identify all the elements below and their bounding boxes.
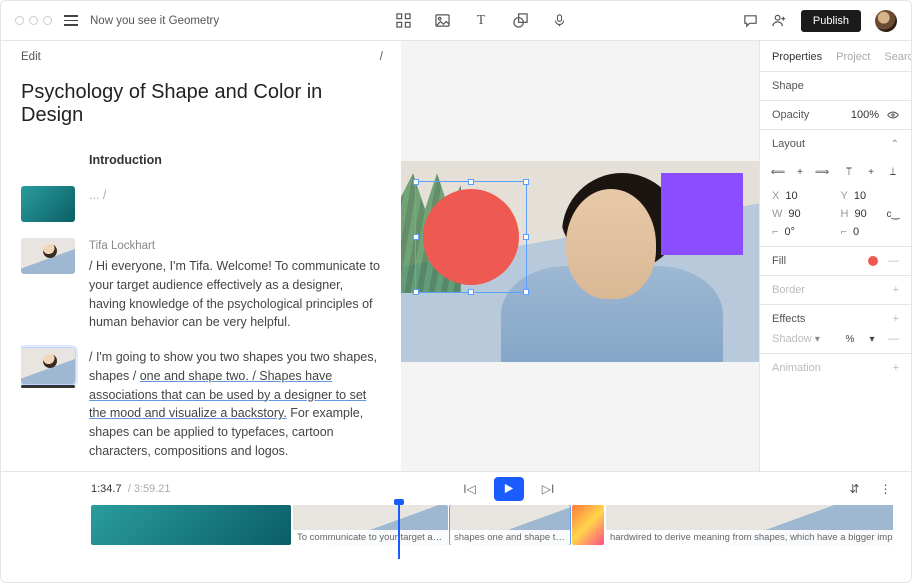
y-field[interactable]: Y10 <box>841 190 900 202</box>
shape-icon[interactable] <box>513 13 528 28</box>
script-row: Introduction <box>21 151 383 170</box>
slash-marker: / <box>380 51 383 63</box>
transcript-text[interactable]: / Hi everyone, I'm Tifa. Welcome! To com… <box>89 259 380 329</box>
properties-panel: Properties Project Search Shape Opacity … <box>759 41 911 471</box>
layout-section[interactable]: Layout ⌃ <box>760 129 911 158</box>
tab-properties[interactable]: Properties <box>772 51 822 63</box>
fill-swatch[interactable] <box>868 256 878 266</box>
align-row: ⟸ + ⟹ ⟙ + ⟘ <box>760 158 911 186</box>
transform-grid: X10 Y10 W90 H90 c‿ ⌐0° ⌐0 <box>760 186 911 246</box>
insert-cursor[interactable]: ... / <box>89 186 383 222</box>
video-frame <box>401 161 759 362</box>
script-row: ... / <box>21 186 383 222</box>
remove-shadow-icon[interactable]: — <box>888 333 899 345</box>
selection-box[interactable] <box>415 181 527 293</box>
clip-caption: To communicate to your target audience..… <box>293 530 448 545</box>
clip-caption: shapes one and shape two... <box>450 530 570 545</box>
publish-button[interactable]: Publish <box>801 10 861 32</box>
timeline-clip[interactable] <box>572 505 604 545</box>
align-top-icon[interactable]: ⟙ <box>843 166 855 178</box>
timeline[interactable]: To communicate to your target audience..… <box>1 505 911 565</box>
speaker-name: Tifa Lockhart <box>89 238 383 255</box>
document-title[interactable]: Now you see it Geometry <box>90 15 219 27</box>
timeline-clip-selected[interactable]: Shape shapes one and shape two... <box>450 505 570 545</box>
transport-bar: 1:34.7 / 3:59.21 I◁ ▷I ⇵ ⋮ <box>1 471 911 505</box>
opacity-row: Opacity 100% <box>760 100 911 129</box>
script-pane: Edit / Psychology of Shape and Color in … <box>1 41 401 471</box>
playhead[interactable] <box>398 501 400 559</box>
clip-thumb-selected[interactable] <box>21 348 75 384</box>
add-effect-icon[interactable]: + <box>893 313 899 325</box>
grid-icon[interactable] <box>396 13 411 28</box>
remove-fill-icon[interactable]: — <box>888 255 899 267</box>
next-frame-icon[interactable]: ▷I <box>542 482 555 496</box>
h-field[interactable]: H90 c‿ <box>841 208 900 220</box>
align-hcenter-icon[interactable]: + <box>794 166 806 178</box>
effects-row[interactable]: Effects + <box>760 304 911 333</box>
top-toolbar: Now you see it Geometry T <box>1 1 911 41</box>
clip-thumb[interactable] <box>21 238 75 274</box>
script-row: / I'm going to show you two shapes you t… <box>21 348 383 461</box>
share-user-icon[interactable] <box>772 13 787 28</box>
align-bottom-icon[interactable]: ⟘ <box>887 166 899 178</box>
shadow-percent-icon[interactable]: % <box>844 333 856 345</box>
insert-tools: T <box>231 13 731 28</box>
script-row: Tifa Lockhart / Hi everyone, I'm Tifa. W… <box>21 238 383 332</box>
add-animation-icon[interactable]: + <box>893 362 899 374</box>
user-avatar[interactable] <box>875 10 897 32</box>
opacity-value[interactable]: 100% <box>851 109 879 121</box>
more-icon[interactable]: ⋮ <box>878 481 893 496</box>
align-vcenter-icon[interactable]: + <box>865 166 877 178</box>
timeline-track[interactable]: To communicate to your target audience..… <box>91 505 893 545</box>
comment-icon[interactable] <box>743 13 758 28</box>
fill-row[interactable]: Fill — <box>760 246 911 275</box>
visibility-icon[interactable] <box>887 109 899 121</box>
x-field[interactable]: X10 <box>772 190 831 202</box>
clip-caption: hardwired to derive meaning from shapes,… <box>606 530 893 545</box>
timeline-clip[interactable] <box>91 505 291 545</box>
menu-icon[interactable] <box>64 15 78 26</box>
animation-row[interactable]: Animation + <box>760 353 911 382</box>
tab-project[interactable]: Project <box>836 51 870 63</box>
selection-type-row: Shape <box>760 71 911 100</box>
rotation-field[interactable]: ⌐0° <box>772 226 831 238</box>
image-icon[interactable] <box>435 13 450 28</box>
w-field[interactable]: W90 <box>772 208 831 220</box>
border-row[interactable]: Border + <box>760 275 911 304</box>
add-border-icon[interactable]: + <box>893 284 899 296</box>
radius-field[interactable]: ⌐0 <box>841 226 900 238</box>
selection-type: Shape <box>772 80 804 92</box>
mode-edit[interactable]: Edit <box>21 51 41 63</box>
shadow-dropdown-icon[interactable]: ▾ <box>866 333 878 345</box>
page-title[interactable]: Psychology of Shape and Color in Design <box>21 81 383 127</box>
clip-thumb[interactable] <box>21 186 75 222</box>
timeline-clip[interactable]: To communicate to your target audience..… <box>293 505 448 545</box>
text-icon[interactable]: T <box>474 13 489 28</box>
prev-frame-icon[interactable]: I◁ <box>463 482 476 496</box>
purple-square-shape[interactable] <box>661 173 743 255</box>
chevron-up-icon: ⌃ <box>891 139 899 150</box>
play-button[interactable] <box>494 477 524 501</box>
timeline-clip[interactable]: hardwired to derive meaning from shapes,… <box>606 505 893 545</box>
section-heading[interactable]: Introduction <box>89 151 383 170</box>
tab-search[interactable]: Search <box>884 51 911 63</box>
link-wh-icon[interactable]: c‿ <box>887 208 899 220</box>
align-left-icon[interactable]: ⟸ <box>772 166 784 178</box>
opacity-label: Opacity <box>772 109 809 121</box>
shadow-row[interactable]: Shadow ▾ % ▾ — <box>760 333 911 353</box>
window-controls[interactable] <box>15 16 52 25</box>
canvas[interactable] <box>401 41 759 471</box>
mic-icon[interactable] <box>552 13 567 28</box>
split-icon[interactable]: ⇵ <box>847 481 862 496</box>
time-display: 1:34.7 / 3:59.21 <box>91 483 171 495</box>
align-right-icon[interactable]: ⟹ <box>816 166 828 178</box>
